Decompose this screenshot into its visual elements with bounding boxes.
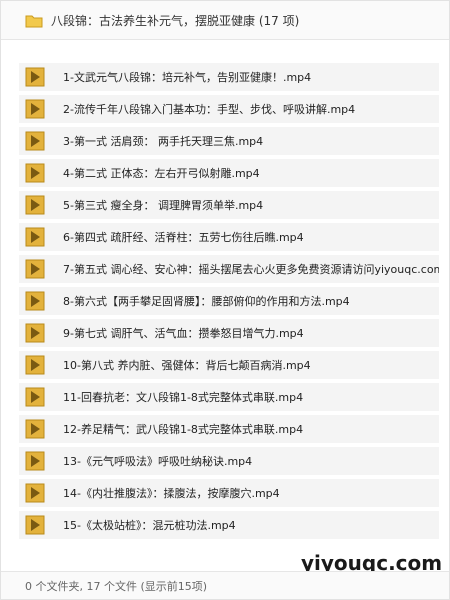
file-list: 1-文武元气八段锦：培元补气，告别亚健康！.mp4 2-流传千年八段锦入门基本功：…	[19, 63, 439, 543]
file-name: 5-第三式 瘦全身： 调理脾胃须单举.mp4	[63, 199, 264, 212]
file-item[interactable]: 2-流传千年八段锦入门基本功：手型、步伐、呼吸讲解.mp4	[19, 95, 439, 123]
video-file-icon	[25, 195, 45, 215]
file-name: 4-第二式 正体态：左右开弓似射雕.mp4	[63, 167, 260, 180]
file-item[interactable]: 15-《太极站桩》：混元桩功法.mp4	[19, 511, 439, 539]
file-item[interactable]: 9-第七式 调肝气、活气血：攒拳怒目增气力.mp4	[19, 319, 439, 347]
file-browser-window: 八段锦：古法养生补元气，摆脱亚健康 (17 项) 1-文武元气八段锦：培元补气，…	[0, 0, 450, 600]
file-item[interactable]: 8-第六式【两手攀足固肾腰】：腰部俯仰的作用和方法.mp4	[19, 287, 439, 315]
file-item[interactable]: 10-第八式 养内脏、强健体：背后七颠百病消.mp4	[19, 351, 439, 379]
file-item[interactable]: 3-第一式 活肩颈： 两手托天理三焦.mp4	[19, 127, 439, 155]
video-file-icon	[25, 131, 45, 151]
video-file-icon	[25, 387, 45, 407]
folder-icon	[25, 13, 43, 28]
header-bar: 八段锦：古法养生补元气，摆脱亚健康 (17 项)	[1, 1, 449, 40]
file-name: 13-《元气呼吸法》呼吸吐纳秘诀.mp4	[63, 455, 253, 468]
video-file-icon	[25, 67, 45, 87]
video-file-icon	[25, 259, 45, 279]
file-item[interactable]: 1-文武元气八段锦：培元补气，告别亚健康！.mp4	[19, 63, 439, 91]
file-item[interactable]: 14-《内壮推腹法》：揉腹法，按摩腹穴.mp4	[19, 479, 439, 507]
file-name: 14-《内壮推腹法》：揉腹法，按摩腹穴.mp4	[63, 487, 280, 500]
file-name: 2-流传千年八段锦入门基本功：手型、步伐、呼吸讲解.mp4	[63, 103, 356, 116]
file-name: 7-第五式 调心经、安心神：摇头摆尾去心火更多免费资源请访问yiyouqc.co…	[63, 263, 439, 276]
video-file-icon	[25, 323, 45, 343]
file-item[interactable]: 7-第五式 调心经、安心神：摇头摆尾去心火更多免费资源请访问yiyouqc.co…	[19, 255, 439, 283]
video-file-icon	[25, 99, 45, 119]
file-item[interactable]: 12-养足精气：武八段锦1-8式完整体式串联.mp4	[19, 415, 439, 443]
file-name: 1-文武元气八段锦：培元补气，告别亚健康！.mp4	[63, 71, 312, 84]
video-file-icon	[25, 419, 45, 439]
file-name: 9-第七式 调肝气、活气血：攒拳怒目增气力.mp4	[63, 327, 304, 340]
file-item[interactable]: 11-回春抗老：文八段锦1-8式完整体式串联.mp4	[19, 383, 439, 411]
file-item[interactable]: 6-第四式 疏肝经、活脊柱：五劳七伤往后瞧.mp4	[19, 223, 439, 251]
video-file-icon	[25, 515, 45, 535]
file-item[interactable]: 13-《元气呼吸法》呼吸吐纳秘诀.mp4	[19, 447, 439, 475]
video-file-icon	[25, 227, 45, 247]
video-file-icon	[25, 355, 45, 375]
video-file-icon	[25, 483, 45, 503]
file-item[interactable]: 4-第二式 正体态：左右开弓似射雕.mp4	[19, 159, 439, 187]
status-text: 0 个文件夹, 17 个文件 (显示前15项)	[25, 579, 208, 593]
file-name: 12-养足精气：武八段锦1-8式完整体式串联.mp4	[63, 423, 304, 436]
file-name: 10-第八式 养内脏、强健体：背后七颠百病消.mp4	[63, 359, 311, 372]
video-file-icon	[25, 291, 45, 311]
file-name: 11-回春抗老：文八段锦1-8式完整体式串联.mp4	[63, 391, 304, 404]
status-bar: 0 个文件夹, 17 个文件 (显示前15项)	[1, 571, 449, 599]
file-name: 8-第六式【两手攀足固肾腰】：腰部俯仰的作用和方法.mp4	[63, 295, 350, 308]
file-name: 6-第四式 疏肝经、活脊柱：五劳七伤往后瞧.mp4	[63, 231, 304, 244]
video-file-icon	[25, 451, 45, 471]
file-name: 3-第一式 活肩颈： 两手托天理三焦.mp4	[63, 135, 264, 148]
folder-title: 八段锦：古法养生补元气，摆脱亚健康 (17 项)	[51, 13, 300, 28]
video-file-icon	[25, 163, 45, 183]
file-item[interactable]: 5-第三式 瘦全身： 调理脾胃须单举.mp4	[19, 191, 439, 219]
file-name: 15-《太极站桩》：混元桩功法.mp4	[63, 519, 236, 532]
